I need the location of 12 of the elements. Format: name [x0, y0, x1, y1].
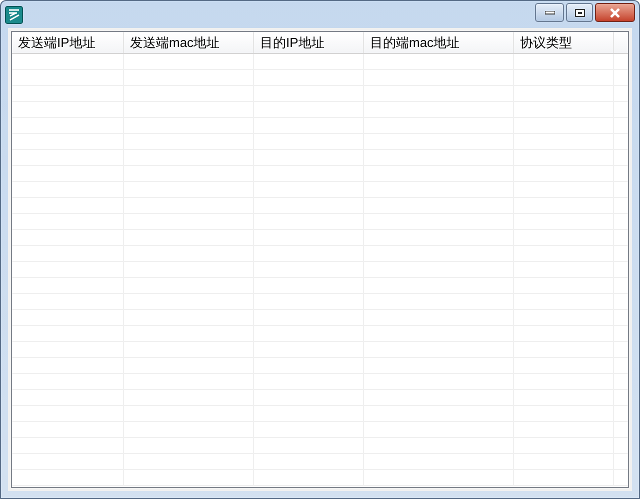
close-button[interactable] [595, 3, 635, 22]
minimize-icon [544, 10, 554, 14]
maximize-icon [574, 8, 584, 16]
maximize-button[interactable] [566, 3, 593, 22]
column-header[interactable]: 目的IP地址 [254, 32, 364, 53]
close-icon [609, 8, 621, 18]
column-header[interactable]: 目的端mac地址 [364, 32, 514, 53]
minimize-button[interactable] [535, 3, 564, 22]
app-icon [5, 6, 23, 24]
column-header[interactable]: 协议类型 [514, 32, 614, 53]
column-header[interactable]: 发送端IP地址 [12, 32, 124, 53]
column-header[interactable]: 发送端mac地址 [124, 32, 254, 53]
